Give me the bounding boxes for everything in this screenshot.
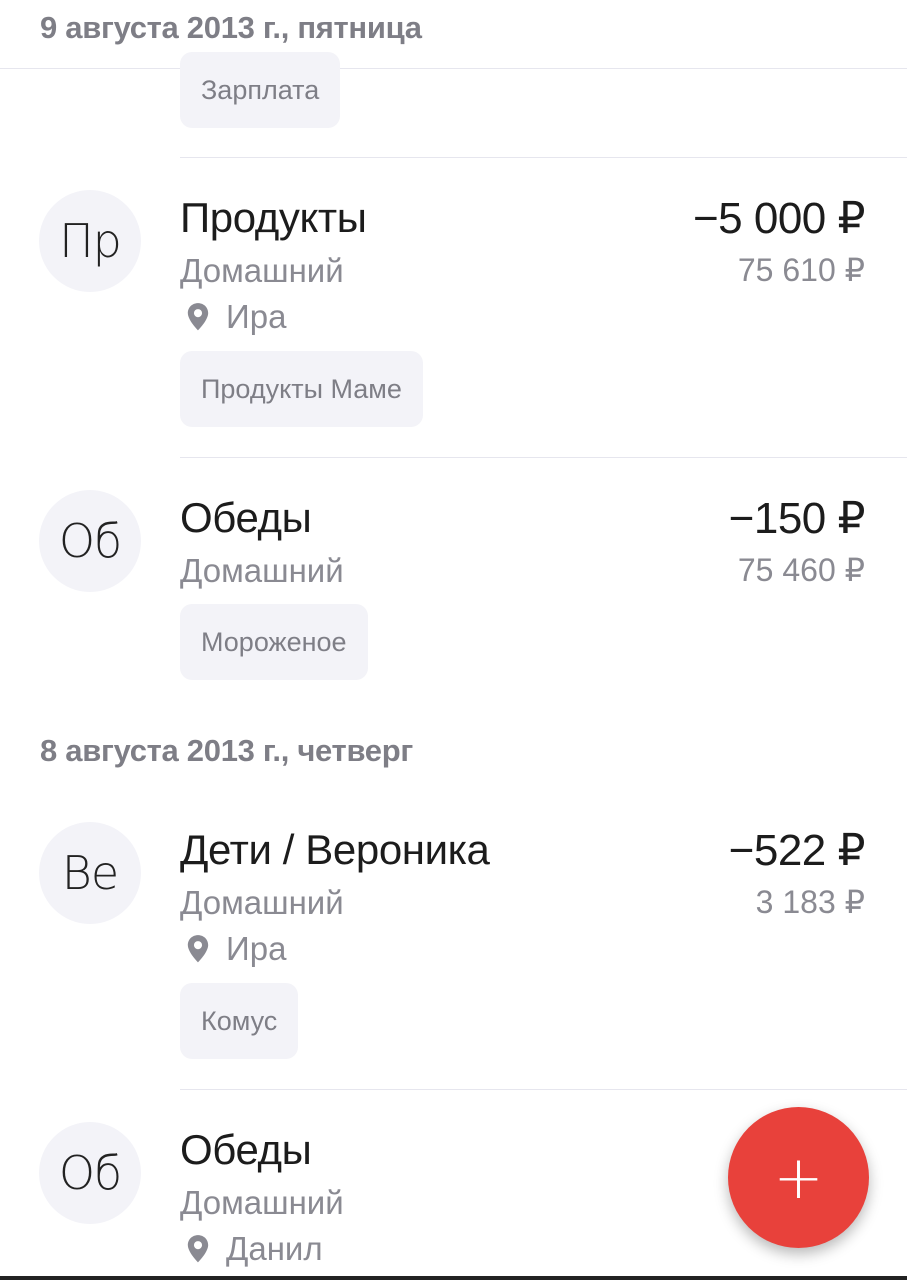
transaction-person: Данил [184,1232,323,1265]
transaction-category: Обеды [180,494,312,541]
transaction-category: Продукты [180,194,367,241]
transaction-balance: 75 610 ₽ [737,252,865,288]
person-name: Данил [226,1230,323,1267]
transaction-tag: Продукты Маме [180,351,423,427]
transaction-amount: −522 ₽ [728,826,866,875]
transaction-person: Ира [184,932,286,965]
transaction-account: Домашний [180,884,344,921]
bottom-edge [0,1276,907,1280]
row-divider [180,1089,907,1090]
category-avatar: Ве [39,822,141,924]
transaction-balance: 75 460 ₽ [737,552,865,588]
person-name: Ира [226,930,287,967]
date-header: 9 августа 2013 г., пятница [40,10,422,45]
add-transaction-button[interactable]: + [728,1107,869,1248]
location-pin-icon [187,302,209,330]
plus-icon: + [773,1142,824,1213]
category-avatar: Об [39,490,141,592]
location-pin-icon [187,1234,209,1262]
transaction-person: Ира [184,300,286,333]
transaction-tag: Мороженое [180,604,368,680]
category-avatar: Об [39,1122,141,1224]
transaction-category: Обеды [180,1126,312,1173]
row-divider [180,157,907,158]
transaction-category: Дети / Вероника [180,826,490,873]
transaction-amount: −150 ₽ [728,494,866,543]
header-divider [0,68,907,69]
transaction-account: Домашний [180,1184,344,1221]
location-pin-icon [187,934,209,962]
transaction-tag: Зарплата [180,52,341,128]
date-header: 8 августа 2013 г., четверг [40,733,413,768]
transaction-balance: 3 183 ₽ [755,884,865,920]
person-name: Ира [226,298,287,335]
transaction-account: Домашний [180,552,344,589]
transaction-account: Домашний [180,252,344,289]
transaction-tag: Комус [180,983,299,1059]
transaction-amount: −5 000 ₽ [692,194,866,243]
category-avatar: Пр [39,190,141,292]
row-divider [180,457,907,458]
